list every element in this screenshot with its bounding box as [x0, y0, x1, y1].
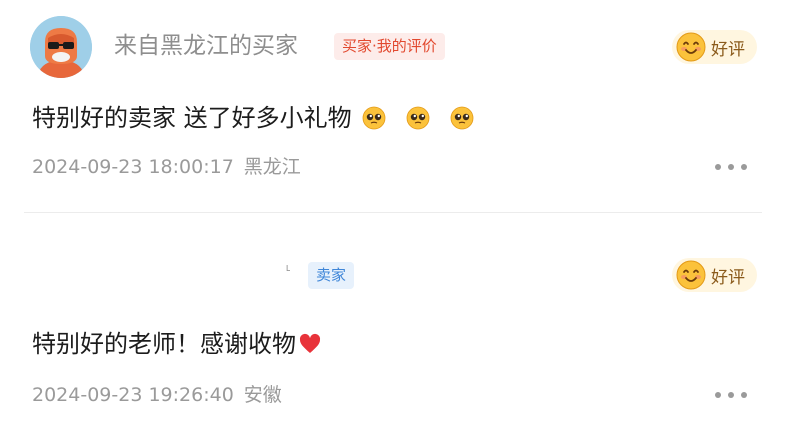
- review-meta: 2024-09-23 18:00:17 黑龙江: [32, 152, 301, 182]
- pleading-face-icon: [450, 106, 474, 130]
- reply-mark-icon: ˪: [286, 259, 291, 275]
- dot-icon: [715, 164, 721, 170]
- review-date: 2024-09-23 19:26:40: [32, 384, 234, 406]
- review-text: 特别好的老师！感谢收物: [32, 330, 296, 358]
- review-location: 安徽: [243, 384, 282, 406]
- review-content: 特别好的卖家 送了好多小礼物: [32, 100, 474, 136]
- rating-label: 好评: [711, 267, 745, 288]
- review-content: 特别好的老师！感谢收物: [32, 326, 322, 362]
- review-item: 来自黑龙江的买家 买家·我的评价 好评 特别好的卖家 送了好多小礼物 2024-…: [0, 0, 785, 212]
- dot-icon: [728, 164, 734, 170]
- avatar-character-icon: [30, 16, 92, 78]
- pleading-face-icon: [406, 106, 430, 130]
- rating-badge: 好评: [672, 258, 757, 292]
- dot-icon: [741, 392, 747, 398]
- review-date: 2024-09-23 18:00:17: [32, 156, 234, 178]
- dot-icon: [715, 392, 721, 398]
- avatar[interactable]: [30, 16, 92, 78]
- pleading-face-icon: [362, 106, 386, 130]
- more-options-button[interactable]: [715, 384, 747, 406]
- smiling-face-icon: [676, 260, 706, 290]
- smiling-face-icon: [676, 32, 706, 62]
- more-options-button[interactable]: [715, 156, 747, 178]
- review-meta: 2024-09-23 19:26:40 安徽: [32, 380, 282, 410]
- dot-icon: [728, 392, 734, 398]
- rating-badge: 好评: [672, 30, 757, 64]
- review-location: 黑龙江: [243, 156, 301, 178]
- red-heart-icon: [299, 333, 321, 353]
- role-tag: 卖家: [308, 262, 355, 289]
- review-item: ˪ 卖家 好评 特别好的老师！感谢收物 2024-09-23 19:26:40 安…: [0, 214, 785, 421]
- reviewer-name[interactable]: 来自黑龙江的买家: [114, 30, 298, 62]
- dot-icon: [741, 164, 747, 170]
- divider: [24, 212, 762, 213]
- review-text: 特别好的卖家 送了好多小礼物: [32, 104, 352, 132]
- role-tag: 买家·我的评价: [334, 33, 445, 60]
- rating-label: 好评: [711, 39, 745, 60]
